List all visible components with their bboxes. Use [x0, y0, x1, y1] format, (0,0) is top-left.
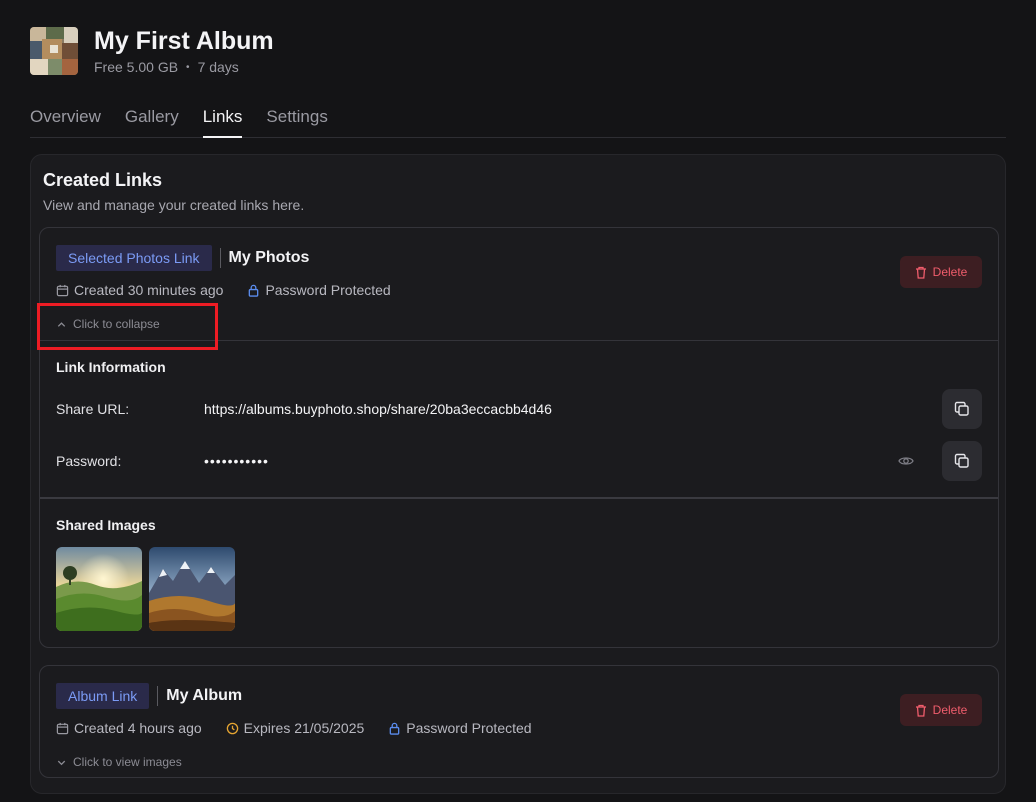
album-duration: 7 days: [197, 59, 239, 75]
trash-icon: [915, 266, 926, 279]
created-text: Created 4 hours ago: [74, 720, 202, 736]
separator: [157, 686, 159, 706]
link-card-my-album: Album Link My Album Created 4 hours ago …: [39, 665, 999, 778]
album-meta: Free 5.00 GB • 7 days: [94, 59, 274, 75]
separator: [219, 248, 221, 268]
calendar-icon: [56, 284, 69, 296]
delete-button[interactable]: Delete: [900, 694, 982, 726]
panel-subtitle: View and manage your created links here.: [43, 197, 305, 213]
share-url-value: https://albums.buyphoto.shop/share/20ba3…: [204, 401, 552, 417]
divider: [40, 340, 998, 341]
tab-settings[interactable]: Settings: [266, 104, 327, 138]
copy-icon: [954, 401, 969, 416]
clock-icon: [226, 722, 238, 734]
shared-image-thumbnail[interactable]: [149, 547, 235, 631]
tab-gallery[interactable]: Gallery: [125, 104, 179, 138]
album-title: My First Album: [94, 27, 274, 55]
show-password-button[interactable]: [896, 451, 916, 471]
protection-info: Password Protected: [247, 282, 391, 298]
protection-text: Password Protected: [265, 282, 391, 298]
share-url-label: Share URL:: [56, 401, 130, 417]
delete-label: Delete: [932, 703, 968, 717]
view-images-toggle[interactable]: Click to view images: [56, 755, 182, 769]
tab-links[interactable]: Links: [202, 104, 243, 138]
chevron-down-icon: [57, 760, 66, 765]
lock-icon: [389, 722, 400, 735]
link-header: Selected Photos Link My Photos: [56, 245, 309, 271]
protection-info: Password Protected: [388, 720, 532, 736]
expires-text: Expires 21/05/2025: [243, 720, 365, 736]
protection-text: Password Protected: [406, 720, 532, 736]
tab-overview[interactable]: Overview: [30, 104, 101, 138]
link-card-my-photos: Selected Photos Link My Photos Created 3…: [39, 227, 999, 648]
delete-label: Delete: [932, 265, 968, 279]
delete-button[interactable]: Delete: [900, 256, 982, 288]
chevron-up-icon: [57, 321, 66, 327]
lock-icon: [249, 284, 259, 297]
created-links-panel: Created Links View and manage your creat…: [30, 154, 1006, 794]
expires-info: Expires 21/05/2025: [226, 720, 365, 736]
meta-separator: •: [186, 61, 190, 73]
album-cover-image: [30, 27, 78, 75]
link-type-badge: Selected Photos Link: [56, 245, 212, 271]
link-info-title: Link Information: [56, 359, 166, 375]
created-text: Created 30 minutes ago: [74, 282, 224, 298]
shared-image-thumbnail[interactable]: [56, 547, 142, 631]
link-header: Album Link My Album: [56, 683, 242, 709]
link-name: My Album: [166, 687, 243, 704]
password-value: •••••••••••: [204, 453, 269, 469]
album-storage: Free 5.00 GB: [94, 59, 179, 75]
collapse-toggle[interactable]: Click to collapse: [56, 317, 160, 331]
eye-icon: [898, 457, 914, 465]
link-type-badge: Album Link: [56, 683, 150, 709]
copy-icon: [954, 453, 969, 468]
link-name: My Photos: [228, 249, 310, 266]
divider: [40, 497, 998, 499]
copy-password-button[interactable]: [942, 441, 982, 481]
shared-images-list: [56, 547, 242, 631]
trash-icon: [915, 704, 926, 717]
panel-title: Created Links: [43, 170, 163, 190]
password-label: Password:: [56, 453, 122, 469]
created-info: Created 4 hours ago: [56, 720, 202, 736]
calendar-icon: [56, 722, 69, 734]
view-images-label: Click to view images: [73, 755, 182, 769]
shared-images-title: Shared Images: [56, 517, 156, 533]
tab-bar: Overview Gallery Links Settings: [30, 104, 1006, 138]
created-info: Created 30 minutes ago: [56, 282, 223, 298]
album-header: My First Album Free 5.00 GB • 7 days: [30, 27, 274, 75]
link-meta: Created 30 minutes ago Password Protecte…: [56, 282, 415, 298]
link-meta: Created 4 hours ago Expires 21/05/2025 P…: [56, 720, 556, 736]
copy-url-button[interactable]: [942, 389, 982, 429]
collapse-label: Click to collapse: [73, 317, 160, 331]
